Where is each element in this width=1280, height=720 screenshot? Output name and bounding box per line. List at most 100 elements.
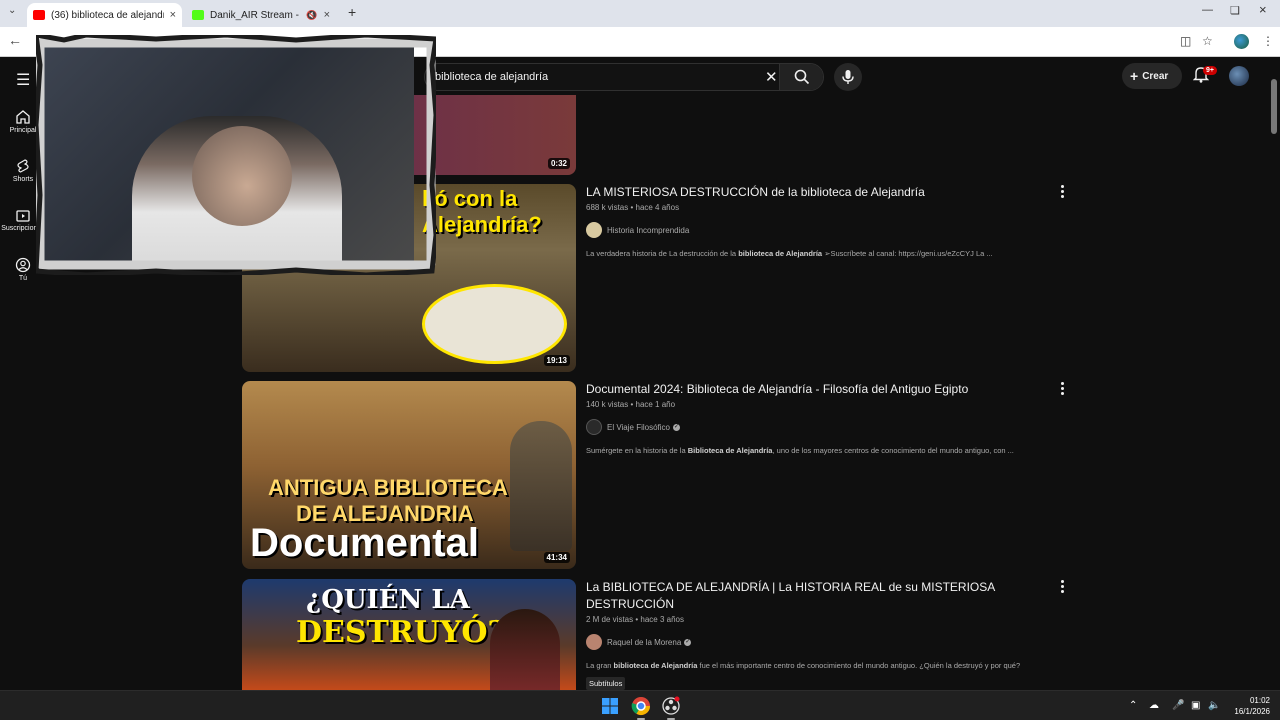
video-duration: 19:13 — [543, 355, 570, 366]
video-duration: 0:32 — [547, 158, 570, 169]
subtitles-badge: Subtítulos — [586, 677, 626, 690]
video-thumbnail[interactable]: ANTIGUA BIBLIOTECA DE ALEJANDRIA Documen… — [242, 381, 576, 569]
shorts-icon — [17, 159, 29, 173]
desc-text: fue el más importante centro de conocimi… — [697, 661, 1021, 670]
minimize-icon[interactable]: — — [1202, 4, 1213, 16]
video-duration: 41:34 — [543, 552, 570, 563]
channel-name: Raquel de la Morena — [607, 637, 682, 647]
notification-badge: 9+ — [1203, 66, 1217, 75]
video-title[interactable]: LA MISTERIOSA DESTRUCCIÓN de la bibliote… — [586, 184, 1016, 201]
channel-row[interactable]: El Viaje Filosófico ✓ — [586, 419, 680, 435]
verified-icon: ✓ — [684, 638, 692, 646]
thumbnail-drawing — [422, 284, 567, 364]
tab-youtube[interactable]: (36) biblioteca de alejandría - Y × — [27, 3, 182, 27]
voice-search-button[interactable] — [834, 63, 862, 91]
tray-mic-icon[interactable]: 🎤 — [1172, 700, 1184, 711]
create-label: Crear — [1142, 70, 1169, 82]
channel-row[interactable]: Historia Incomprendida — [586, 222, 689, 238]
more-actions-icon[interactable] — [1059, 580, 1065, 595]
video-description: La gran biblioteca de Alejandría fue el … — [586, 661, 1020, 670]
clear-search-icon[interactable]: ✕ — [765, 68, 778, 86]
tab-title: Danik_AIR Stream - Kick Da — [210, 9, 300, 21]
clock-date: 16/1/2026 — [1234, 707, 1270, 716]
account-avatar[interactable] — [1229, 66, 1249, 86]
thumbnail-text: DESTRUYÓ? — [296, 615, 506, 650]
desc-text: ➢Suscríbete al canal: https://geni.us/eZ… — [822, 249, 993, 258]
video-description: Sumérgete en la historia de la Bibliotec… — [586, 446, 1014, 455]
tab-search-icon[interactable]: ⌄ — [8, 5, 16, 16]
webcam-frame — [36, 35, 436, 275]
subscriptions-icon — [16, 210, 30, 222]
desc-highlight: biblioteca de Alejandría — [613, 661, 698, 670]
channel-row[interactable]: Raquel de la Morena ✓ — [586, 634, 692, 650]
tray-overflow-icon[interactable]: ⌃ — [1129, 700, 1137, 711]
video-title[interactable]: La BIBLIOTECA DE ALEJANDRÍA | La HISTORI… — [586, 579, 1016, 613]
video-title[interactable]: Documental 2024: Biblioteca de Alejandrí… — [586, 381, 1016, 398]
kick-favicon-icon — [192, 10, 204, 20]
windows-start-icon[interactable] — [600, 696, 620, 716]
thumbnail-bust — [510, 421, 572, 551]
video-thumbnail[interactable]: ¿QUIÉN LA DESTRUYÓ? — [242, 579, 576, 690]
more-actions-icon[interactable] — [1059, 382, 1065, 397]
scrollbar-thumb[interactable] — [1271, 79, 1277, 134]
obs-icon[interactable] — [661, 696, 681, 716]
video-meta: 688 k vistas • hace 4 años — [586, 203, 680, 212]
search-input[interactable]: biblioteca de alejandría — [435, 71, 548, 83]
video-description: La verdadera historia de La destrucción … — [586, 249, 993, 258]
thumbnail-person — [490, 609, 560, 690]
youtube-favicon-icon — [33, 10, 45, 20]
tab-title: (36) biblioteca de alejandría - Y — [51, 9, 164, 21]
close-tab-icon[interactable]: × — [170, 9, 176, 21]
microphone-icon — [842, 70, 854, 84]
menu-dots-icon[interactable]: ⋮ — [1262, 34, 1274, 48]
back-icon[interactable]: ← — [8, 32, 22, 48]
thumbnail-text: ANTIGUA BIBLIOTECA — [268, 475, 508, 500]
channel-avatar — [586, 419, 602, 435]
home-icon — [16, 110, 30, 124]
mute-tab-icon[interactable]: 🔇 — [306, 10, 317, 21]
search-box[interactable]: biblioteca de alejandría ✕ — [424, 63, 824, 91]
network-icon[interactable]: ▣ — [1191, 700, 1200, 711]
more-actions-icon[interactable] — [1059, 185, 1065, 200]
desc-text: , uno de los mayores centros de conocimi… — [772, 446, 1014, 455]
new-tab-button[interactable]: + — [348, 4, 356, 20]
browser-tab-strip: ⌄ (36) biblioteca de alejandría - Y × Da… — [0, 0, 1280, 27]
video-meta: 140 k vistas • hace 1 año — [586, 400, 676, 409]
cloud-sync-icon[interactable]: ☁ — [1149, 700, 1159, 711]
desc-highlight: biblioteca de Alejandría — [738, 249, 823, 258]
guide-menu-icon[interactable]: ☰ — [16, 70, 30, 90]
system-clock[interactable]: 01:02 16/1/2026 — [1222, 695, 1270, 717]
close-window-icon[interactable]: × — [1259, 2, 1267, 17]
thumbnail-text: lió con la Alejandría? — [422, 186, 542, 237]
channel-name: El Viaje Filosófico — [607, 422, 670, 432]
desc-text: La gran — [586, 661, 614, 670]
thumbnail-text: Documental — [250, 521, 479, 565]
webcam-overlay — [36, 35, 436, 275]
install-app-icon[interactable]: ◫ — [1180, 34, 1191, 48]
video-meta: 2 M de vistas • hace 3 años — [586, 615, 684, 624]
channel-avatar — [586, 222, 602, 238]
taskbar: ⌃ ☁ 🎤 ▣ 🔈 01:02 16/1/2026 — [0, 690, 1280, 720]
desc-text: Sumérgete en la historia de la — [586, 446, 688, 455]
plus-icon: + — [1130, 68, 1139, 84]
desc-text: La verdadera historia de La destrucción … — [586, 249, 739, 258]
clock-time: 01:02 — [1249, 696, 1270, 705]
profile-avatar[interactable] — [1234, 34, 1249, 49]
channel-name: Historia Incomprendida — [607, 225, 690, 235]
volume-icon[interactable]: 🔈 — [1208, 700, 1220, 711]
tab-kick[interactable]: Danik_AIR Stream - Kick Da 🔇 × — [186, 3, 336, 27]
thumbnail-text: ¿QUIÉN LA — [306, 585, 470, 615]
create-button[interactable]: + Crear — [1122, 63, 1182, 89]
chrome-icon[interactable] — [631, 696, 651, 716]
verified-icon: ✓ — [673, 423, 680, 431]
channel-avatar — [586, 634, 602, 650]
restore-icon[interactable]: ❏ — [1230, 4, 1240, 17]
search-button[interactable] — [779, 64, 823, 90]
sidebar-item-label: Principal — [9, 127, 37, 134]
close-tab-icon[interactable]: × — [324, 9, 330, 21]
sidebar-item-label: Tú — [18, 275, 28, 282]
you-icon — [15, 257, 31, 273]
desc-highlight: Biblioteca de Alejandría — [687, 446, 773, 455]
bookmark-star-icon[interactable]: ☆ — [1202, 34, 1213, 48]
sidebar-item-label: Shorts — [12, 176, 34, 183]
